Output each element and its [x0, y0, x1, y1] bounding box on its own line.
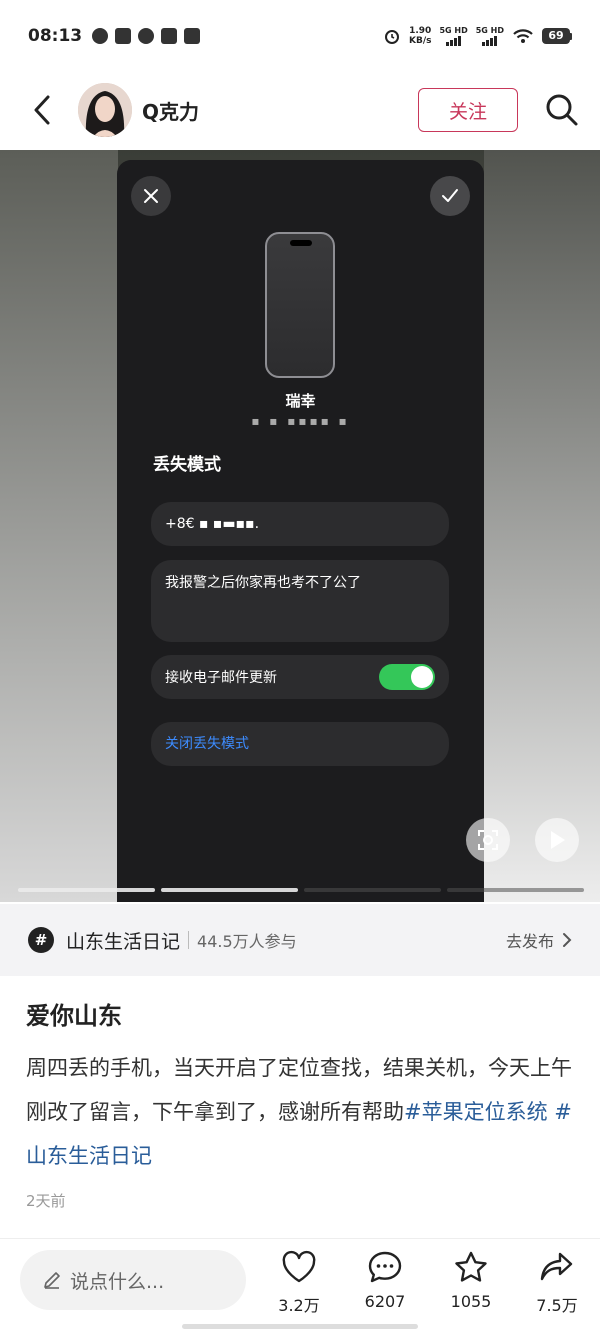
avatar-image: [78, 83, 132, 137]
status-bar: 08:13 1.90 KB/s 5G HD 5G HD 69: [0, 0, 600, 72]
check-icon: [442, 189, 458, 202]
home-indicator: [182, 1324, 418, 1329]
topic-separator: [188, 931, 190, 949]
alarm-icon: [138, 28, 155, 44]
chat-bubble-icon: [368, 1251, 402, 1283]
comment-count: 6207: [364, 1292, 406, 1311]
network-speed: 1.90 KB/s: [409, 26, 431, 46]
qq-icon: [92, 28, 109, 44]
status-right: 1.90 KB/s 5G HD 5G HD 69: [383, 26, 572, 46]
alarm-clock-icon: [384, 30, 399, 44]
share-button[interactable]: 7.5万: [522, 1246, 592, 1316]
progress-segment: [447, 888, 584, 892]
comment-button[interactable]: 6207: [350, 1246, 420, 1311]
comment-placeholder: 说点什么...: [70, 1270, 165, 1293]
bottom-action-bar: 说点什么... 3.2万 6207 1055 7.5万: [0, 1244, 600, 1333]
progress-segment: [161, 888, 298, 892]
hashtag-icon: #: [28, 927, 54, 953]
author-avatar[interactable]: [78, 83, 132, 137]
share-icon: [540, 1252, 573, 1281]
follow-button[interactable]: 关注: [418, 88, 518, 132]
share-count: 7.5万: [536, 1296, 578, 1315]
progress-segment: [18, 888, 155, 892]
comment-input[interactable]: 说点什么...: [20, 1250, 246, 1310]
iphone-illustration: [265, 232, 335, 378]
signal-1-label: 5G HD: [439, 26, 468, 35]
email-updates-toggle: [379, 664, 435, 690]
topic-name: 山东生活日记: [66, 930, 181, 953]
post-time: 2天前: [26, 1192, 66, 1210]
status-left: 08:13: [28, 26, 201, 46]
topic-row[interactable]: # 山东生活日记 44.5万人参与 去发布: [0, 904, 600, 976]
go-publish-link[interactable]: 去发布: [506, 928, 554, 952]
scan-button[interactable]: [466, 818, 510, 862]
star-icon: [455, 1251, 487, 1282]
back-button[interactable]: [20, 88, 64, 132]
divider: [0, 1238, 600, 1239]
post-title: 爱你山东: [26, 1002, 122, 1030]
close-icon: [144, 189, 158, 203]
play-icon: [551, 831, 565, 849]
device-name: 瑞幸: [285, 392, 316, 410]
search-button[interactable]: [544, 92, 580, 128]
battery-icon: 69: [542, 28, 572, 44]
heart-icon: [282, 1250, 316, 1283]
media-blur-right: [484, 150, 600, 902]
message-field: 我报警之后你家再也考不了公了: [151, 560, 449, 642]
signal-bars-icon: [482, 35, 498, 46]
author-name[interactable]: Q克力: [142, 96, 199, 125]
collect-button[interactable]: 1055: [436, 1246, 506, 1311]
signal-2: 5G HD: [476, 26, 504, 46]
net-speed-value: 1.90: [409, 26, 432, 36]
confirm-button: [430, 176, 470, 216]
collect-count: 1055: [450, 1292, 492, 1311]
post-header: Q克力 关注: [0, 72, 600, 148]
gallery-icon: [161, 28, 178, 44]
chevron-left-icon: [34, 95, 50, 125]
like-count: 3.2万: [278, 1296, 320, 1315]
signal-1: 5G HD: [439, 26, 468, 46]
post-body: 周四丢的手机，当天开启了定位查找，结果关机，今天上午刚改了留言，下午拿到了，感谢…: [26, 1046, 576, 1178]
notification-icons: [92, 28, 201, 44]
screenshot-image: 瑞幸 ▪ ▪ ▪▪▪▪ ▪ 丢失模式 +8€ ▪ ▪▬▪▪. 我报警之后你家再也…: [117, 160, 484, 902]
signal-bars-icon: [446, 35, 462, 46]
play-button[interactable]: [535, 818, 579, 862]
lost-mode-title: 丢失模式: [153, 455, 221, 475]
like-button[interactable]: 3.2万: [264, 1246, 334, 1316]
net-speed-unit: KB/s: [408, 36, 432, 46]
device-subtitle-redacted: ▪ ▪ ▪▪▪▪ ▪: [251, 414, 350, 428]
wifi-icon: [513, 29, 533, 43]
status-time: 08:13: [28, 26, 83, 46]
media-carousel[interactable]: 瑞幸 ▪ ▪ ▪▪▪▪ ▪ 丢失模式 +8€ ▪ ▪▬▪▪. 我报警之后你家再也…: [0, 150, 600, 902]
pencil-icon: [42, 1270, 62, 1290]
email-updates-row: 接收电子邮件更新: [151, 655, 449, 699]
hashtag-link[interactable]: #苹果定位系统: [404, 1100, 548, 1124]
app-icon: [115, 28, 132, 44]
email-updates-label: 接收电子邮件更新: [165, 670, 277, 686]
misc-icon: [184, 28, 201, 44]
close-button: [131, 176, 171, 216]
battery-level: 69: [542, 28, 570, 44]
carousel-progress: [18, 888, 600, 892]
media-blur-left: [0, 150, 118, 902]
topic-participants: 44.5万人参与: [197, 932, 297, 951]
turn-off-lost-mode: 关闭丢失模式: [151, 722, 449, 766]
progress-segment: [304, 888, 441, 892]
search-icon: [546, 94, 578, 126]
scan-icon: [478, 830, 498, 850]
chevron-right-icon: [562, 932, 572, 948]
signal-2-label: 5G HD: [475, 26, 504, 35]
phone-number-field: +8€ ▪ ▪▬▪▪.: [151, 502, 449, 546]
